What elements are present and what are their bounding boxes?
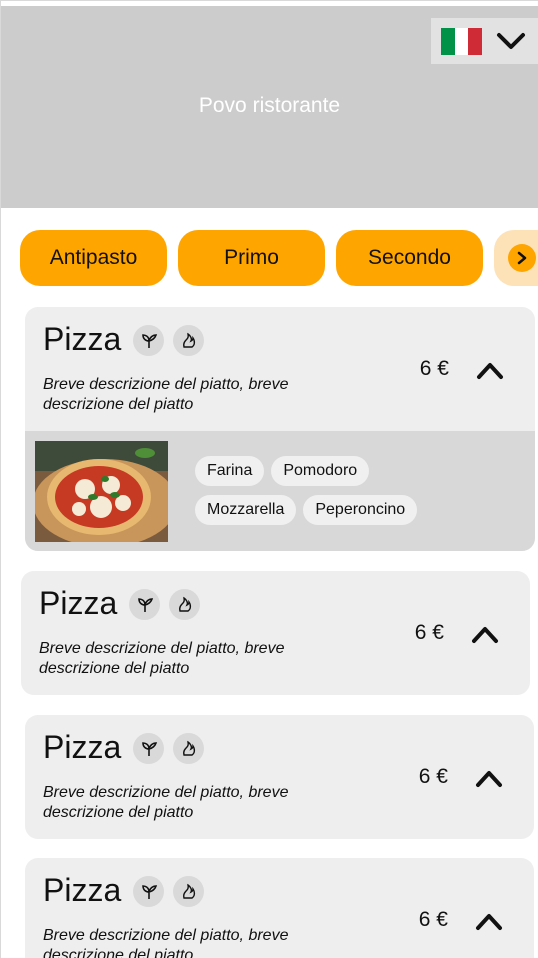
dish-description: Breve descrizione del piatto, breve desc… — [43, 927, 289, 958]
dish-photo — [35, 441, 168, 542]
tab-antipasto[interactable]: Antipasto — [20, 230, 167, 286]
vegetarian-icon — [133, 733, 164, 764]
dish-price: 6 € — [418, 908, 448, 931]
spicy-icon — [169, 589, 200, 620]
ingredient-list: Farina Pomodoro Mozzarella Peperoncino — [195, 456, 445, 525]
dish-card[interactable]: Pizza Breve descrizione del piatto, brev… — [25, 715, 534, 839]
language-selector[interactable] — [431, 18, 538, 64]
ingredient-chip: Peperoncino — [303, 495, 418, 525]
dish-price: 6 € — [419, 357, 449, 380]
collapse-chevron-up-icon[interactable] — [475, 359, 505, 381]
dish-description: Breve descrizione del piatto, breve desc… — [43, 784, 289, 821]
dish-description: Breve descrizione del piatto, breve desc… — [39, 640, 285, 677]
chevron-down-icon — [497, 33, 525, 49]
dish-name: Pizza — [43, 872, 122, 908]
ingredient-chip: Pomodoro — [271, 456, 370, 486]
expand-chevron-up-icon[interactable] — [474, 910, 504, 932]
next-category-button[interactable] — [494, 230, 538, 286]
dish-name: Pizza — [39, 585, 118, 621]
ingredient-chip: Mozzarella — [195, 495, 297, 525]
vegetarian-icon — [133, 876, 164, 907]
dish-details: Farina Pomodoro Mozzarella Peperoncino — [25, 431, 535, 551]
restaurant-name: Povo ristorante — [198, 94, 341, 117]
dish-badges — [133, 733, 204, 764]
dish-card[interactable]: Pizza Breve descrizione del piatto, brev… — [21, 571, 530, 695]
dish-badges — [129, 589, 200, 620]
spicy-icon — [173, 325, 204, 356]
dish-badges — [133, 876, 204, 907]
chevron-right-icon — [508, 244, 536, 272]
expand-chevron-up-icon[interactable] — [470, 623, 500, 645]
spicy-icon — [173, 876, 204, 907]
tab-primo[interactable]: Primo — [178, 230, 325, 286]
dish-name: Pizza — [43, 729, 122, 765]
dish-price: 6 € — [414, 621, 444, 644]
tab-secondo[interactable]: Secondo — [336, 230, 483, 286]
dish-badges — [133, 325, 204, 356]
dish-description: Breve descrizione del piatto, breve desc… — [43, 376, 289, 413]
category-tabs: Antipasto Primo Secondo — [20, 230, 538, 286]
dish-price: 6 € — [418, 765, 448, 788]
vegetarian-icon — [129, 589, 160, 620]
italian-flag-icon — [441, 27, 483, 55]
dish-name: Pizza — [43, 321, 122, 357]
vegetarian-icon — [133, 325, 164, 356]
spicy-icon — [173, 733, 204, 764]
restaurant-header: Povo ristorante — [1, 6, 538, 208]
expand-chevron-up-icon[interactable] — [474, 767, 504, 789]
dish-card[interactable]: Pizza Breve descrizione del piatto, brev… — [25, 307, 535, 551]
dish-card[interactable]: Pizza Breve descrizione del piatto, brev… — [25, 858, 534, 958]
ingredient-chip: Farina — [195, 456, 265, 486]
